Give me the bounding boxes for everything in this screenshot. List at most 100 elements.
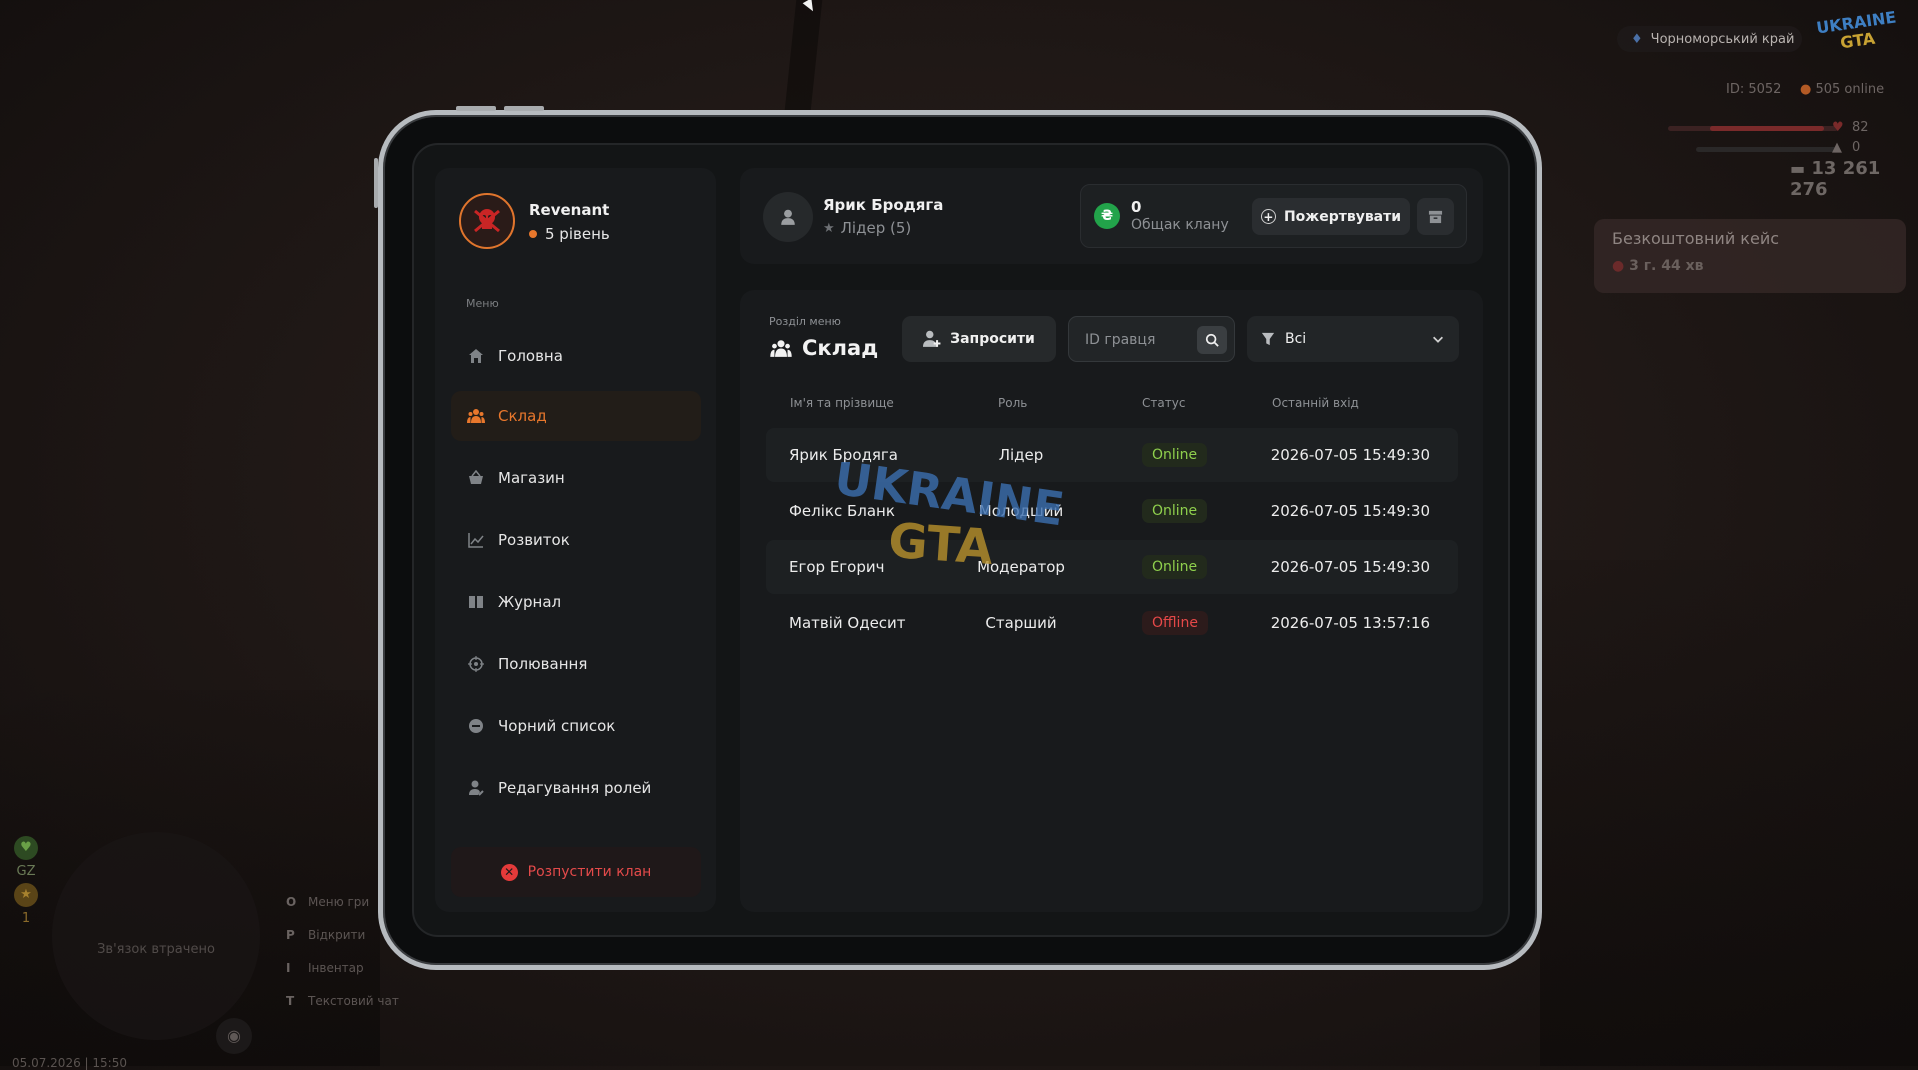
column-header-last-login: Останній вхід xyxy=(1272,396,1359,410)
tablet-button xyxy=(456,106,496,111)
free-case-widget[interactable]: Безкоштовний кейс ● 3 г. 44 хв xyxy=(1594,219,1906,293)
timer-icon: ● xyxy=(1612,258,1625,274)
basket-icon xyxy=(467,469,485,487)
background-shadow xyxy=(783,0,823,120)
member-last-login: 2026-07-05 15:49:30 xyxy=(1270,446,1430,464)
gz-value: 1 xyxy=(21,911,31,926)
player-role-label: Лідер (5) xyxy=(840,219,912,237)
heart-icon: ♥ xyxy=(1832,120,1844,135)
clan-avatar xyxy=(459,193,515,249)
minimap-status: Зв'язок втрачено xyxy=(97,942,215,957)
clan-level: 5 рівень xyxy=(529,225,610,243)
player-role: ★ Лідер (5) xyxy=(823,219,911,237)
status-badge: Online xyxy=(1142,555,1208,579)
member-name: Матвій Одесит xyxy=(789,614,906,632)
close-icon: ✕ xyxy=(500,863,518,881)
page-title: Склад xyxy=(770,336,878,360)
column-header-status: Статус xyxy=(1142,396,1186,410)
tablet-button xyxy=(504,106,544,111)
free-case-timer: ● 3 г. 44 хв xyxy=(1612,258,1704,274)
heart-icon: ♥ xyxy=(14,836,38,860)
gz-label: GZ xyxy=(16,864,36,879)
sidebar-item-label: Магазин xyxy=(498,469,565,487)
member-name: Ярик Бродяга xyxy=(789,446,898,464)
keybind-hint: T Текстовий чат xyxy=(286,994,399,1008)
donate-button[interactable]: + Пожертвувати xyxy=(1252,198,1410,235)
menu-caption: Меню xyxy=(466,297,499,310)
block-icon xyxy=(467,717,485,735)
table-row[interactable]: Фелікс Бланк Молодший Online 2026-07-05 … xyxy=(766,484,1458,538)
member-role: Модератор xyxy=(977,558,1065,576)
disband-clan-label: Розпустити клан xyxy=(527,864,652,880)
sidebar-item-role-editing[interactable]: Редагування ролей xyxy=(451,763,701,813)
users-icon xyxy=(770,339,792,357)
star-icon: ★ xyxy=(14,883,38,907)
search-input[interactable] xyxy=(1083,329,1197,351)
sidebar-item-development[interactable]: Розвиток xyxy=(451,515,701,565)
filter-icon xyxy=(1261,332,1275,346)
sidebar-item-warehouse[interactable]: Склад xyxy=(451,391,701,441)
health-value: 82 xyxy=(1852,120,1869,135)
add-user-icon xyxy=(923,330,941,347)
sidebar-item-home[interactable]: Головна xyxy=(451,331,701,381)
member-role: Лідер xyxy=(998,446,1044,464)
member-name: Егор Егорич xyxy=(789,558,885,576)
member-name: Фелікс Бланк xyxy=(789,502,895,520)
sidebar-item-blacklist[interactable]: Чорний список xyxy=(451,701,701,751)
table-row[interactable]: Ярик Бродяга Лідер Online 2026-07-05 15:… xyxy=(766,428,1458,482)
member-role: Старший xyxy=(985,614,1057,632)
tablet-button xyxy=(374,158,378,208)
game-logo: UKRAINE GTA xyxy=(1815,7,1898,53)
background-shadow xyxy=(1540,560,1918,1066)
sidebar-item-shop[interactable]: Магазин xyxy=(451,453,701,503)
donate-label: Пожертвувати xyxy=(1283,208,1402,225)
clan-bank-value: 0 xyxy=(1131,198,1142,216)
sidebar-item-label: Редагування ролей xyxy=(498,779,652,797)
role-filter-dropdown[interactable]: Всі xyxy=(1247,316,1459,362)
filter-value: Всі xyxy=(1285,331,1307,347)
online-count: ● 505 online xyxy=(1800,82,1885,97)
table-row[interactable]: Егор Егорич Модератор Online 2026-07-05 … xyxy=(766,540,1458,594)
invite-button[interactable]: Запросити xyxy=(902,316,1056,362)
player-avatar xyxy=(763,192,813,242)
sidebar-item-hunting[interactable]: Полювання xyxy=(451,639,701,689)
health-bar-fill xyxy=(1710,126,1824,131)
sidebar-item-label: Полювання xyxy=(498,655,588,673)
cash-icon: ▬ xyxy=(1790,159,1806,178)
region-label: Чорноморський край xyxy=(1650,31,1795,47)
book-icon xyxy=(467,593,485,611)
column-header-name: Ім'я та прізвище xyxy=(790,396,894,410)
disband-clan-button[interactable]: ✕ Розпустити клан xyxy=(451,847,701,897)
clan-name: Revenant xyxy=(529,201,610,219)
hryvnia-icon: ₴ xyxy=(1094,203,1120,229)
chevron-down-icon xyxy=(1433,336,1443,343)
player-name: Ярик Бродяга xyxy=(823,196,944,214)
target-icon xyxy=(467,655,485,673)
search-button[interactable] xyxy=(1197,326,1227,354)
column-header-role: Роль xyxy=(998,396,1028,410)
sidebar-item-label: Розвиток xyxy=(498,531,570,549)
archive-icon xyxy=(1428,210,1443,224)
section-caption: Розділ меню xyxy=(769,315,841,328)
armor-bar xyxy=(1696,147,1838,152)
sidebar-item-label: Журнал xyxy=(498,593,562,611)
sidebar-item-label: Склад xyxy=(498,407,547,425)
user-edit-icon xyxy=(467,779,485,797)
game-datetime: 05.07.2026 | 15:50 xyxy=(12,1056,127,1070)
users-icon xyxy=(467,407,485,425)
armor-value: 0 xyxy=(1852,140,1861,155)
minimap: Зв'язок втрачено xyxy=(52,832,260,1040)
shield-icon: ♦ xyxy=(1631,31,1643,47)
sidebar-item-journal[interactable]: Журнал xyxy=(451,577,701,627)
invite-label: Запросити xyxy=(950,331,1035,347)
online-icon: ● xyxy=(1800,82,1812,97)
level-dot-icon xyxy=(529,230,537,238)
player-id: ID: 5052 xyxy=(1726,82,1782,97)
skull-icon xyxy=(474,209,500,233)
user-icon xyxy=(781,209,795,225)
armor-icon: ▲ xyxy=(1832,140,1842,155)
bank-history-button[interactable] xyxy=(1417,198,1454,235)
table-row[interactable]: Матвій Одесит Старший Offline 2026-07-05… xyxy=(766,596,1458,650)
star-icon: ★ xyxy=(823,220,835,236)
member-last-login: 2026-07-05 13:57:16 xyxy=(1270,614,1430,632)
